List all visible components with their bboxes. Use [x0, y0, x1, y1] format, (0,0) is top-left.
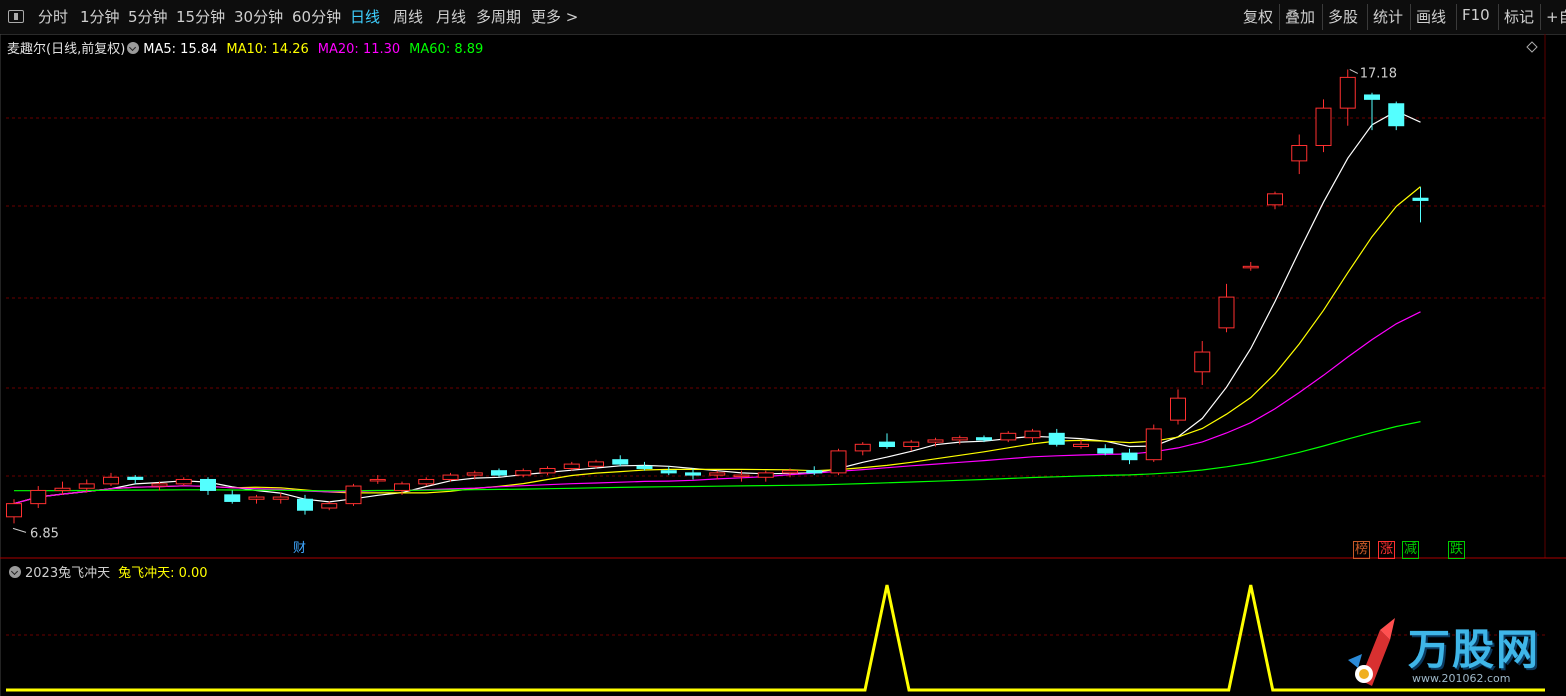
event-badge-3[interactable]: 跌: [1448, 541, 1466, 559]
candle-body-7: [175, 478, 192, 485]
candle-body-1: [30, 489, 47, 505]
candle-body-13: [321, 503, 338, 509]
candle-body-36: [879, 441, 895, 448]
candle-body-0: [6, 503, 22, 518]
candle-body-27: [660, 470, 677, 474]
candle-body-20: [491, 470, 507, 476]
candle-body-26: [636, 465, 653, 469]
candle-body-22: [539, 467, 556, 474]
candle-body-42: [1024, 430, 1041, 439]
low-price-pointer: [12, 527, 27, 533]
diamond-marker-icon: [1526, 41, 1538, 53]
candle-body-56: [1364, 94, 1380, 100]
candle-body-4: [103, 476, 119, 485]
indicator-value: 兔飞冲天: 0.00: [118, 566, 208, 581]
candle-body-31: [757, 472, 774, 478]
candlestick-chart: 17.18 6.85: [0, 34, 1566, 696]
high-price-label: 17.18: [1360, 66, 1397, 81]
event-badge-2[interactable]: 减: [1402, 541, 1420, 559]
watermark-url: www.201062.com: [1412, 672, 1511, 685]
candle-body-24: [588, 461, 604, 467]
candle-body-33: [806, 470, 823, 474]
candle-body-25: [612, 459, 629, 465]
rocket-logo-icon: [1348, 618, 1395, 686]
candle-body-12: [297, 498, 313, 511]
candle-body-44: [1073, 443, 1089, 448]
candle-body-39: [951, 437, 968, 441]
candle-body-50: [1218, 296, 1235, 329]
candle-body-16: [394, 483, 410, 491]
candle-body-41: [1000, 432, 1017, 441]
candle-body-57: [1388, 103, 1405, 127]
candle-body-19: [466, 472, 483, 476]
candle-body-15: [369, 478, 386, 482]
candle-body-51: [1242, 265, 1259, 269]
indicator-name: 2023兔飞冲天: [25, 566, 111, 581]
indicator-dropdown-icon[interactable]: [9, 566, 21, 578]
candle-body-23: [563, 463, 580, 469]
candle-body-37: [903, 441, 920, 448]
candle-body-5: [127, 476, 144, 480]
candle-body-6: [151, 483, 168, 487]
candle-body-8: [200, 478, 216, 491]
candle-body-45: [1097, 448, 1114, 454]
low-price-label: 6.85: [30, 526, 59, 541]
watermark-text: 万股网: [1408, 625, 1541, 674]
event-badge-0[interactable]: 榜: [1353, 541, 1371, 559]
candle-body-47: [1145, 428, 1162, 461]
candle-body-54: [1315, 107, 1332, 146]
candle-body-49: [1194, 351, 1211, 373]
candle-body-46: [1121, 452, 1138, 461]
candle-body-52: [1267, 193, 1283, 206]
finance-badge[interactable]: 财: [292, 541, 307, 557]
candle-body-11: [272, 496, 289, 500]
candle-body-48: [1170, 397, 1186, 421]
candle-body-35: [854, 443, 871, 452]
candle-body-30: [733, 474, 750, 478]
ma5-line: [13, 110, 1421, 505]
ma60-line: [14, 421, 1421, 492]
candle-body-14: [345, 485, 362, 505]
candle-body-29: [709, 472, 726, 476]
candle-body-17: [418, 478, 435, 485]
candle-body-32: [782, 470, 798, 474]
candle-body-10: [248, 496, 265, 500]
indicator-signal-line: [6, 584, 1545, 692]
candle-body-40: [976, 437, 992, 441]
candle-body-58: [1412, 197, 1429, 201]
candle-body-28: [685, 472, 701, 476]
candle-body-34: [830, 450, 847, 474]
candle-body-9: [224, 494, 241, 502]
candle-body-43: [1048, 432, 1065, 445]
candle-body-21: [515, 470, 532, 476]
watermark-logo: 万股网 www.201062.com: [1340, 610, 1560, 696]
candle-body-18: [442, 474, 459, 480]
ma10-line: [13, 186, 1421, 505]
event-badge-1[interactable]: 涨: [1378, 541, 1396, 559]
candle-body-38: [927, 439, 944, 443]
candle-body-2: [54, 487, 71, 491]
indicator-legend: 2023兔飞冲天 兔飞冲天: 0.00: [7, 562, 208, 581]
candle-body-53: [1291, 144, 1308, 162]
high-price-pointer: [1349, 69, 1358, 74]
candle-body-55: [1339, 76, 1356, 109]
candle-body-3: [78, 483, 95, 489]
